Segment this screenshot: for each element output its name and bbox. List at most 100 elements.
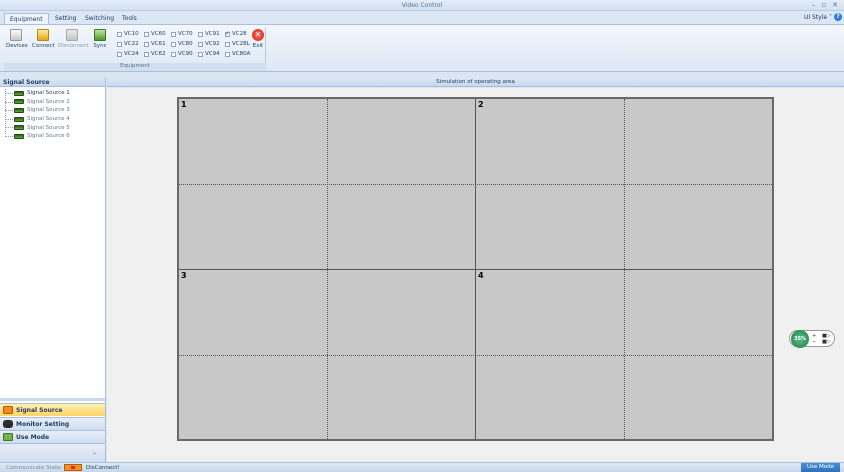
maximize-button[interactable]: ▫ (821, 1, 826, 9)
screen-label-1: 1 (181, 100, 187, 109)
status-label: Communicate State: (6, 465, 63, 471)
disconnect-button[interactable]: Disconnect (58, 29, 89, 49)
tree-item-label: Signal Source 4 (27, 116, 70, 123)
model-label: VC80 (178, 41, 193, 47)
tree-item-label: Signal Source 5 (27, 124, 70, 131)
signal-source-icon (14, 90, 24, 96)
model-checkbox[interactable]: VC60 (144, 30, 171, 38)
model-checkbox[interactable]: VC62 (144, 50, 171, 58)
sync-button[interactable]: Sync (92, 29, 108, 49)
checkbox-box (225, 30, 230, 37)
model-label: VC22 (124, 41, 139, 47)
tree-item[interactable]: Signal Source 1 (5, 89, 105, 98)
model-label: VC90 (178, 51, 193, 57)
checkbox-box (198, 41, 203, 47)
minimize-button[interactable]: – (812, 1, 816, 9)
tab-setting[interactable]: Setting (50, 13, 81, 24)
model-checkbox[interactable]: VC90 (171, 50, 198, 58)
model-label: VC80A (232, 51, 251, 57)
use-mode-button[interactable]: Use Mode (800, 463, 840, 472)
checkbox-box (225, 51, 230, 57)
model-label: VC62 (151, 51, 166, 57)
exit-label: Exit (252, 43, 264, 49)
model-checkbox[interactable]: VC28L (225, 40, 252, 48)
model-checkbox-grid: VC10 VC60 VC70 VC91 VC28 VC22 VC61 VC80 … (117, 30, 252, 58)
zoom-level[interactable]: 35% (791, 330, 809, 348)
model-checkbox[interactable]: VC22 (117, 40, 144, 48)
grid-line (179, 355, 772, 356)
model-checkbox[interactable]: VC28 (225, 30, 252, 38)
model-checkbox[interactable]: VC61 (144, 40, 171, 48)
zoom-extra-buttons[interactable]: ■▷ ■▷ (822, 333, 831, 345)
model-checkbox[interactable]: VC24 (117, 50, 144, 58)
chevron-down-icon[interactable]: ⌄ (92, 449, 97, 456)
tab-switching[interactable]: Switching (80, 13, 119, 24)
nav-use-mode[interactable]: Use Mode (0, 430, 105, 443)
grid-line (179, 269, 772, 270)
help-icon[interactable]: ? (834, 13, 842, 21)
model-label: VC61 (151, 41, 166, 47)
checkbox-box (117, 31, 122, 37)
model-label: VC28L (232, 41, 250, 47)
signal-source-icon (14, 133, 24, 139)
connect-button[interactable]: Connect (32, 29, 55, 49)
disconnect-label: Disconnect (58, 43, 89, 49)
model-checkbox[interactable]: VC92 (198, 40, 225, 48)
model-checkbox[interactable]: VC80A (225, 50, 252, 58)
exit-button[interactable]: ✕ Exit (251, 29, 265, 49)
connection-led-icon (64, 464, 82, 471)
sync-label: Sync (93, 43, 107, 49)
checkbox-box (171, 41, 176, 47)
ui-style-menu[interactable]: UI Style ˅ (804, 14, 832, 21)
devices-label: Devices (6, 43, 28, 49)
model-checkbox[interactable]: VC70 (171, 30, 198, 38)
signal-source-panel: Signal Source Signal Source 1 Signal Sou… (0, 78, 106, 462)
model-label: VC70 (178, 31, 193, 37)
tab-tools[interactable]: Tools (117, 13, 142, 24)
zoom-control[interactable]: 35% + − ■▷ ■▷ (789, 330, 835, 348)
checkbox-box (171, 51, 176, 57)
grid-line (179, 184, 772, 185)
tree-item[interactable]: Signal Source 2 (5, 98, 105, 107)
tree-item[interactable]: Signal Source 6 (5, 132, 105, 141)
model-label: VC91 (205, 31, 220, 37)
title-bar: Video Control – ▫ ✕ (0, 0, 844, 11)
tree-item[interactable]: Signal Source 3 (5, 106, 105, 115)
model-label: VC60 (151, 31, 166, 37)
work-area: 1 2 3 4 35% + − ■▷ ■▷ (107, 88, 844, 462)
signal-source-icon (14, 116, 24, 122)
zoom-buttons[interactable]: + − (812, 333, 816, 345)
group-caption: Equipment (4, 63, 266, 71)
model-checkbox[interactable]: VC94 (198, 50, 225, 58)
nav-label: Signal Source (16, 406, 63, 414)
model-checkbox[interactable]: VC10 (117, 30, 144, 38)
model-label: VC24 (124, 51, 139, 57)
nav-signal-source[interactable]: Signal Source (0, 403, 105, 416)
tab-equipment[interactable]: Equipment (4, 13, 49, 24)
disconnect-icon (66, 29, 78, 41)
model-label: VC94 (205, 51, 220, 57)
nav-monitor-setting[interactable]: Monitor Setting (0, 417, 105, 430)
nav-footer: ⌄ (0, 443, 105, 462)
signal-source-tree: Signal Source 1 Signal Source 2 Signal S… (0, 87, 105, 141)
nav-label: Monitor Setting (16, 420, 70, 428)
devices-icon (10, 29, 22, 41)
model-checkbox[interactable]: VC80 (171, 40, 198, 48)
signal-source-icon (14, 107, 24, 113)
panel-title: Signal Source (0, 78, 105, 87)
reset-button[interactable]: ■▷ (822, 339, 831, 345)
work-area-header: Simulation of operating area (107, 78, 844, 87)
close-button[interactable]: ✕ (832, 1, 838, 9)
checkbox-box (117, 41, 122, 47)
devices-button[interactable]: Devices (6, 29, 28, 49)
model-checkbox[interactable]: VC91 (198, 30, 225, 38)
video-wall-canvas[interactable]: 1 2 3 4 (177, 97, 774, 441)
tree-item[interactable]: Signal Source 5 (5, 123, 105, 132)
sync-icon (94, 29, 106, 41)
tree-item[interactable]: Signal Source 4 (5, 115, 105, 124)
checkbox-box (198, 51, 203, 57)
connect-label: Connect (32, 43, 55, 49)
zoom-out-button[interactable]: − (812, 339, 816, 345)
nav-splitter[interactable] (0, 398, 105, 401)
checkbox-box (171, 31, 176, 37)
